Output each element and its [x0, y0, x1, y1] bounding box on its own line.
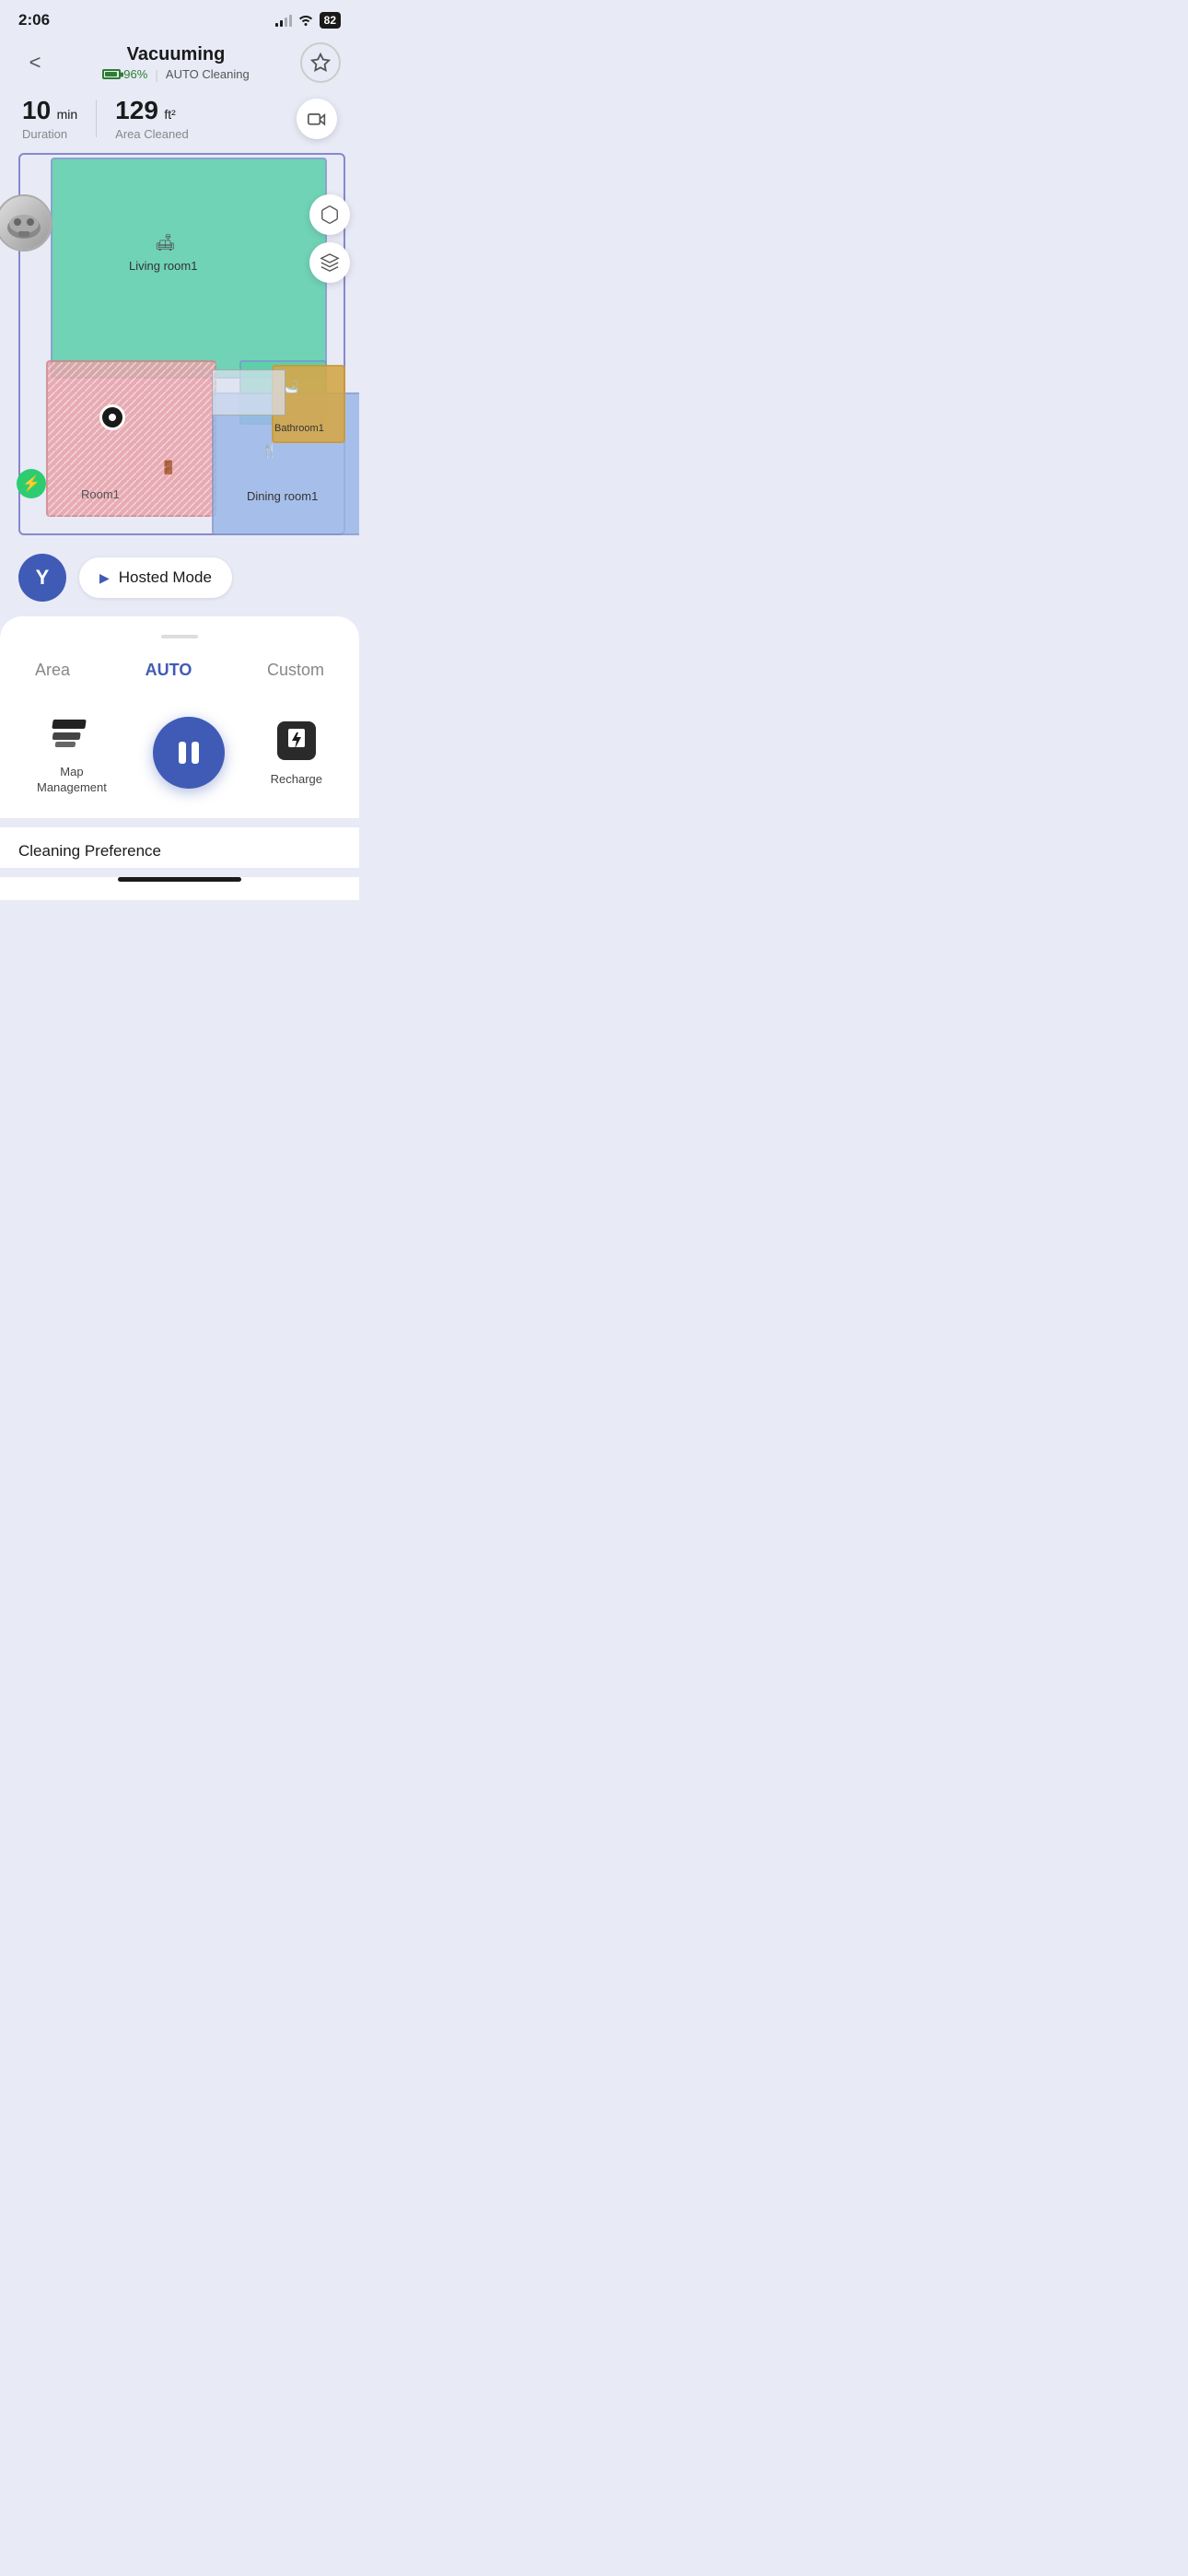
layers-button[interactable]: [309, 242, 350, 283]
room-living: [51, 158, 327, 379]
tab-area[interactable]: Area: [28, 657, 77, 684]
recharge-icon: [273, 717, 320, 765]
battery-indicator: 82: [320, 12, 341, 29]
room-room1: [46, 360, 216, 517]
hosted-mode-row: Y ▶ Hosted Mode: [18, 554, 341, 602]
pause-button[interactable]: [153, 717, 225, 789]
map-controls: [309, 194, 350, 283]
drag-handle[interactable]: [161, 635, 198, 638]
controls-row: MapManagement: [28, 709, 332, 796]
bottom-card: Area AUTO Custom MapManagement: [0, 616, 359, 818]
wifi-icon: [297, 13, 314, 29]
lightning-badge: ⚡: [17, 469, 46, 498]
signal-icon: [275, 14, 292, 27]
recharge-control[interactable]: Recharge: [271, 717, 322, 788]
cleaning-preference-row: Cleaning Preference: [0, 827, 359, 868]
home-indicator-container: [0, 877, 359, 900]
map-management-label: MapManagement: [37, 765, 107, 796]
hosted-avatar: Y: [18, 554, 66, 602]
pause-icon: [179, 742, 199, 764]
hosted-mode-button[interactable]: ▶ Hosted Mode: [79, 557, 232, 598]
back-button[interactable]: <: [18, 46, 52, 79]
tab-auto[interactable]: AUTO: [138, 657, 200, 684]
bottom-section: Y ▶ Hosted Mode Area AUTO Custom: [0, 535, 359, 827]
header: < Vacuuming 96% | AUTO Cleaning: [0, 35, 359, 87]
robot-position: [99, 404, 125, 430]
status-time: 2:06: [18, 11, 50, 29]
page-title: Vacuuming: [102, 44, 249, 65]
robot-avatar[interactable]: [0, 194, 52, 252]
video-button[interactable]: [297, 99, 337, 139]
battery-icon: [102, 69, 121, 79]
home-indicator: [118, 877, 241, 882]
area-stat: 129 ft² Area Cleaned: [115, 96, 189, 141]
tab-custom[interactable]: Custom: [260, 657, 332, 684]
map-management-control[interactable]: MapManagement: [37, 709, 107, 796]
3d-view-button[interactable]: [309, 194, 350, 235]
status-icons: 82: [275, 12, 341, 29]
tabs-row: Area AUTO Custom: [28, 657, 332, 684]
status-bar: 2:06 82: [0, 0, 359, 35]
cleaning-preference-label: Cleaning Preference: [18, 842, 161, 861]
stats-row: 10 min Duration 129 ft² Area Cleaned: [0, 87, 359, 148]
duration-stat: 10 min Duration: [22, 96, 77, 141]
recharge-label: Recharge: [271, 772, 322, 788]
play-icon: ▶: [99, 570, 110, 586]
uncleaned-area: [212, 369, 285, 416]
settings-button[interactable]: [300, 42, 341, 83]
map-container[interactable]: Living room1 Room1 Dining room1 Bathroom…: [0, 148, 359, 535]
stat-divider: [96, 100, 97, 137]
header-subtitle: 96% | AUTO Cleaning: [102, 67, 249, 82]
battery-status: 96%: [102, 67, 147, 81]
map-management-icon: [48, 709, 96, 757]
header-center: Vacuuming 96% | AUTO Cleaning: [102, 44, 249, 82]
